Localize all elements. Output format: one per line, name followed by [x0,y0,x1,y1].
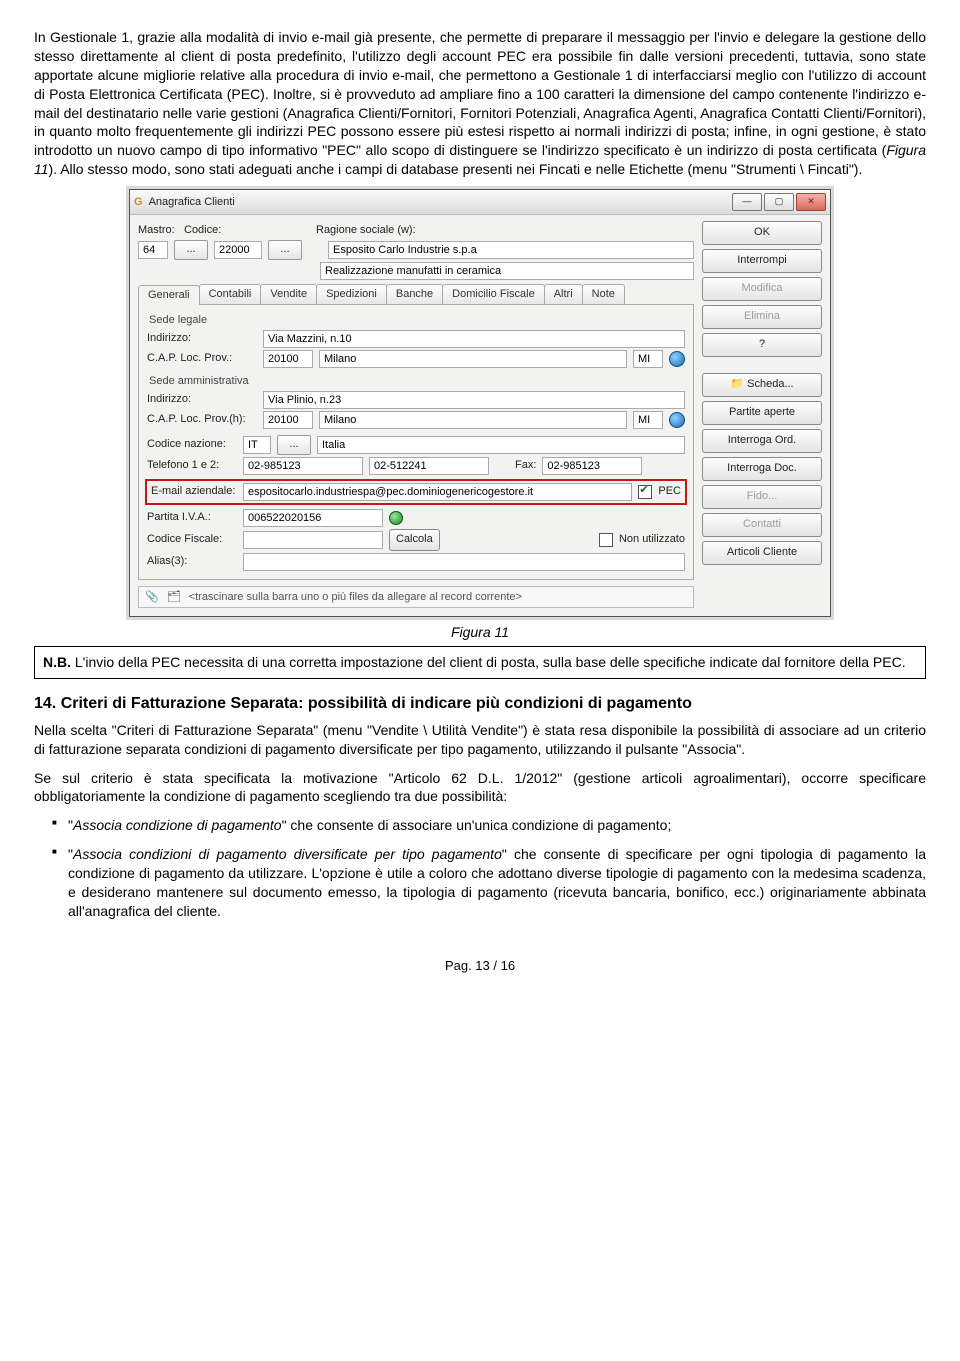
nb-box: N.B. L'invio della PEC necessita di una … [34,646,926,679]
bullet-2-lead: Associa condizioni di pagamento diversif… [73,846,502,862]
bullet-2: "Associa condizioni di pagamento diversi… [52,845,926,921]
paragraph-1: In Gestionale 1, grazie alla modalità di… [34,28,926,179]
pec-checkbox[interactable] [638,485,652,499]
codice-label: Codice: [184,224,221,236]
elimina-button[interactable]: Elimina [702,305,822,329]
email-label: E-mail aziendale: [151,484,237,499]
nonutil-label: Non utilizzato [619,532,685,547]
section-14-p2: Se sul criterio è stata specificata la m… [34,769,926,807]
pec-label: PEC [658,484,681,499]
globe-icon[interactable] [669,351,685,367]
tab-banche[interactable]: Banche [386,284,443,304]
codice-input[interactable] [214,241,262,259]
calcola-button[interactable]: Calcola [389,529,440,551]
loc1-input[interactable] [319,350,627,368]
bullet-1-lead: Associa condizione di pagamento [73,817,282,833]
window-title: Anagrafica Clienti [149,195,235,210]
piva-input[interactable] [243,509,383,527]
maximize-button[interactable]: ▢ [764,193,794,211]
scheda-button[interactable]: 📁 Scheda... [702,373,822,397]
interrompi-button[interactable]: Interrompi [702,249,822,273]
codice-lookup-button[interactable]: ... [268,240,302,260]
prov1-input[interactable] [633,350,663,368]
fax-label: Fax: [515,458,536,473]
fido-button[interactable]: Fido... [702,485,822,509]
close-button[interactable]: ✕ [796,193,826,211]
tab-spedizioni[interactable]: Spedizioni [316,284,387,304]
naz-desc-input[interactable] [317,436,685,454]
ragione-label: Ragione sociale (w): [316,224,416,236]
nb-lead: N.B. [43,654,71,670]
email-highlight-box: E-mail aziendale: PEC [145,479,687,505]
articoli-cliente-button[interactable]: Articoli Cliente [702,541,822,565]
cf-label: Codice Fiscale: [147,532,237,547]
mastro-lookup-button[interactable]: ... [174,240,208,260]
tab-domicilio[interactable]: Domicilio Fiscale [442,284,545,304]
check-icon [389,511,403,525]
cf-input[interactable] [243,531,383,549]
caplocprov1-label: C.A.P. Loc. Prov.: [147,351,257,366]
section-14-p1: Nella scelta "Criteri di Fatturazione Se… [34,721,926,759]
tabs: Generali Contabili Vendite Spedizioni Ba… [138,284,694,305]
minimize-button[interactable]: — [732,193,762,211]
alias-input[interactable] [243,553,685,571]
indirizzo1-label: Indirizzo: [147,331,257,346]
titlebar: G Anagrafica Clienti — ▢ ✕ [130,190,830,215]
indirizzo2-input[interactable] [263,391,685,409]
bullet-list: "Associa condizione di pagamento" che co… [52,816,926,920]
contatti-button[interactable]: Contatti [702,513,822,537]
paragraph-1-text: In Gestionale 1, grazie alla modalità di… [34,29,926,158]
app-icon: G [134,195,143,210]
mastro-label: Mastro: [138,224,175,236]
tel1-input[interactable] [243,457,363,475]
partite-button[interactable]: Partite aperte [702,401,822,425]
attachments-bar[interactable]: 📎 🗂 <trascinare sulla barra uno o più fi… [138,586,694,609]
anagrafica-window: G Anagrafica Clienti — ▢ ✕ Mastro: Codic… [129,189,831,617]
drag-hint: <trascinare sulla barra uno o più files … [189,590,687,605]
nonutil-checkbox[interactable] [599,533,613,547]
naz-lookup-button[interactable]: ... [277,435,311,455]
naz-code-input[interactable] [243,436,271,454]
loc2-input[interactable] [319,411,627,429]
sede-amm-label: Sede amministrativa [149,374,685,389]
alias-label: Alias(3): [147,554,237,569]
codnaz-label: Codice nazione: [147,437,237,452]
clip-icon: 📎 [145,590,159,605]
prov2-input[interactable] [633,411,663,429]
cap1-input[interactable] [263,350,313,368]
telefono-label: Telefono 1 e 2: [147,458,237,473]
nb-text: L'invio della PEC necessita di una corre… [71,654,906,670]
ragione2-input[interactable] [320,262,694,280]
caplocprov2-label: C.A.P. Loc. Prov.(h): [147,412,257,427]
figure-caption: Figura 11 [34,623,926,642]
modifica-button[interactable]: Modifica [702,277,822,301]
tab-vendite[interactable]: Vendite [260,284,317,304]
tab-note[interactable]: Note [582,284,625,304]
sede-legale-label: Sede legale [149,313,685,328]
ok-button[interactable]: OK [702,221,822,245]
folder-icon: 📁 [730,378,744,390]
interroga-doc-button[interactable]: Interroga Doc. [702,457,822,481]
tab-contabili[interactable]: Contabili [199,284,262,304]
help-button[interactable]: ? [702,333,822,357]
attach-add-icon: 🗂 [167,590,181,605]
tel2-input[interactable] [369,457,489,475]
interroga-ord-button[interactable]: Interroga Ord. [702,429,822,453]
bullet-1-rest: che consente di associare un'unica condi… [287,817,672,833]
tab-generali[interactable]: Generali [138,285,200,305]
email-input[interactable] [243,483,632,501]
page-number: Pag. 13 / 16 [34,957,926,975]
ragione1-input[interactable] [328,241,694,259]
bullet-1: "Associa condizione di pagamento" che co… [52,816,926,835]
globe-icon[interactable] [669,412,685,428]
piva-label: Partita I.V.A.: [147,510,237,525]
mastro-input[interactable] [138,241,168,259]
indirizzo2-label: Indirizzo: [147,392,257,407]
section-14-title: 14. Criteri di Fatturazione Separata: po… [34,693,926,715]
paragraph-1-tail: ). Allo stesso modo, sono stati adeguati… [49,161,863,177]
tab-altri[interactable]: Altri [544,284,583,304]
cap2-input[interactable] [263,411,313,429]
fax-input[interactable] [542,457,642,475]
indirizzo1-input[interactable] [263,330,685,348]
